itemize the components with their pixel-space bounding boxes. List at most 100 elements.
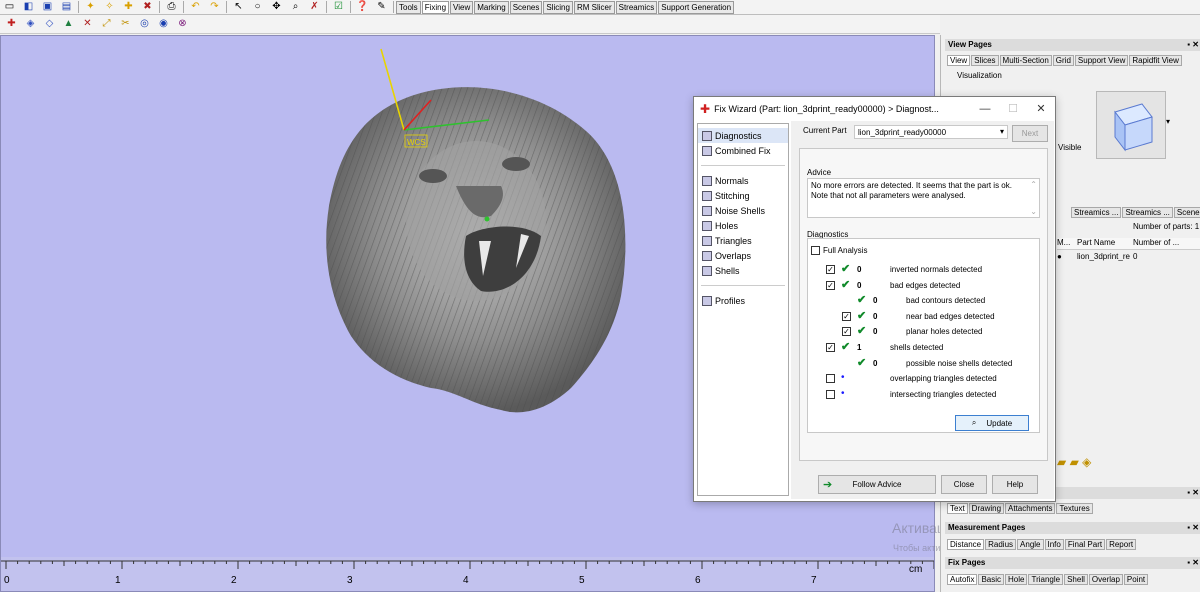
stitch-icon[interactable]: ◇ bbox=[43, 18, 56, 31]
minimize-icon[interactable]: — bbox=[971, 103, 999, 115]
tab-support-generation[interactable]: Support Generation bbox=[658, 0, 735, 14]
help-button[interactable]: Help bbox=[992, 475, 1038, 494]
new-file-icon[interactable]: ▭ bbox=[3, 1, 16, 14]
nav-holes[interactable]: Holes bbox=[698, 218, 788, 233]
tab-slices[interactable]: Slices bbox=[971, 55, 999, 66]
follow-advice-button[interactable]: ➔ Follow Advice bbox=[818, 475, 936, 494]
tab-view[interactable]: View bbox=[450, 0, 474, 14]
close-button[interactable]: Close bbox=[941, 475, 987, 494]
checkbox[interactable]: ✓ bbox=[826, 343, 835, 352]
tab-text[interactable]: Text bbox=[947, 503, 968, 514]
tab-drawing[interactable]: Drawing bbox=[968, 503, 1005, 514]
update-button[interactable]: ⌕ Update bbox=[955, 415, 1029, 431]
tab-basic[interactable]: Basic bbox=[978, 574, 1005, 585]
tab-point[interactable]: Point bbox=[1123, 574, 1149, 585]
shell-icon[interactable]: ✂ bbox=[119, 18, 132, 31]
check-icon[interactable]: ☑ bbox=[332, 1, 345, 14]
checkbox[interactable]: ✓ bbox=[842, 327, 851, 337]
nav-profiles[interactable]: Profiles bbox=[698, 293, 788, 308]
tab-scenes-panel[interactable]: Scenes bbox=[1173, 207, 1200, 218]
flip-icon[interactable]: ⤢ bbox=[100, 18, 113, 31]
fix-wizard-icon[interactable]: ✚ bbox=[5, 18, 18, 31]
info-icon[interactable]: ✎ bbox=[375, 1, 388, 14]
full-analysis-checkbox[interactable]: Full Analysis bbox=[811, 246, 867, 255]
selection-point[interactable] bbox=[484, 216, 490, 222]
tab-rm-slicer[interactable]: RM Slicer bbox=[573, 0, 615, 14]
tab-shell[interactable]: Shell bbox=[1064, 574, 1088, 585]
close-icon[interactable]: ✕ bbox=[1027, 102, 1055, 115]
circle-select-icon[interactable]: ○ bbox=[251, 1, 264, 14]
globe-icon[interactable]: ◉ bbox=[157, 18, 170, 31]
panel-pin-icon[interactable]: ▪ ✕ bbox=[1187, 557, 1199, 569]
checkbox[interactable]: ✓ bbox=[826, 265, 835, 274]
save-icon[interactable]: ▣ bbox=[41, 1, 54, 14]
col-header-part-name[interactable]: Part Name bbox=[1077, 238, 1133, 249]
checkbox[interactable]: ✓ bbox=[826, 280, 835, 290]
tab-grid[interactable]: Grid bbox=[1052, 55, 1074, 66]
tab-marking[interactable]: Marking bbox=[474, 0, 509, 14]
nav-combined-fix[interactable]: Combined Fix bbox=[698, 143, 788, 158]
tab-tools[interactable]: Tools bbox=[396, 0, 421, 14]
view-cube-dropdown-icon[interactable]: ▾ bbox=[1166, 117, 1170, 126]
tab-info[interactable]: Info bbox=[1044, 539, 1064, 550]
load-icon[interactable]: ✚ bbox=[122, 1, 135, 14]
tab-overlap[interactable]: Overlap bbox=[1088, 574, 1123, 585]
nav-normals[interactable]: Normals bbox=[698, 173, 788, 188]
checkbox[interactable]: ✓ bbox=[842, 311, 851, 321]
checkbox[interactable] bbox=[826, 389, 835, 399]
next-button[interactable]: Next bbox=[1012, 125, 1048, 142]
tab-textures[interactable]: Textures bbox=[1056, 503, 1093, 514]
panel-pin-icon[interactable]: ▪ ✕ bbox=[1187, 39, 1199, 51]
dialog-titlebar[interactable]: ✚ Fix Wizard (Part: lion_3dprint_ready00… bbox=[694, 97, 1055, 120]
tab-fixing[interactable]: Fixing bbox=[421, 0, 450, 14]
tab-slicing[interactable]: Slicing bbox=[543, 0, 573, 14]
print-icon[interactable]: ⎙ bbox=[165, 1, 178, 14]
table-row[interactable]: ● lion_3dprint_re 0 bbox=[1057, 252, 1200, 264]
col-header-number[interactable]: Number of ... bbox=[1133, 238, 1193, 249]
autofix-icon[interactable]: ◈ bbox=[24, 18, 37, 31]
triangle-icon[interactable]: ✕ bbox=[81, 18, 94, 31]
panel-pin-icon[interactable]: ▪ ✕ bbox=[1187, 522, 1199, 534]
nav-shells[interactable]: Shells bbox=[698, 263, 788, 278]
maximize-icon[interactable]: ☐ bbox=[999, 102, 1027, 115]
select-icon[interactable]: ↖ bbox=[232, 1, 245, 14]
tab-angle[interactable]: Angle bbox=[1017, 539, 1044, 550]
tab-streamics-1[interactable]: Streamics ... bbox=[1071, 207, 1122, 218]
nav-stitching[interactable]: Stitching bbox=[698, 188, 788, 203]
mark-icon[interactable]: ✗ bbox=[308, 1, 321, 14]
tab-streamics[interactable]: Streamics bbox=[615, 0, 658, 14]
import-icon[interactable]: ✦ bbox=[84, 1, 97, 14]
measure-icon[interactable]: ⌕ bbox=[289, 1, 302, 14]
tab-radius[interactable]: Radius bbox=[985, 539, 1017, 550]
tab-streamics-2[interactable]: Streamics ... bbox=[1122, 207, 1173, 218]
tab-distance[interactable]: Distance bbox=[947, 539, 985, 550]
tab-hole[interactable]: Hole bbox=[1005, 574, 1028, 585]
panel-pin-icon[interactable]: ▪ ✕ bbox=[1187, 487, 1199, 499]
tab-triangle[interactable]: Triangle bbox=[1028, 574, 1064, 585]
checkbox[interactable] bbox=[811, 246, 820, 255]
attachment-icons[interactable]: ▰ ▰ ◈ bbox=[1057, 455, 1091, 469]
sphere-icon[interactable]: ◎ bbox=[138, 18, 151, 31]
checkbox[interactable] bbox=[826, 374, 835, 384]
link-icon[interactable]: ⊗ bbox=[176, 18, 189, 31]
open-icon[interactable]: ◧ bbox=[22, 1, 35, 14]
nav-diagnostics[interactable]: Diagnostics bbox=[698, 128, 788, 143]
tab-support-view[interactable]: Support View bbox=[1074, 55, 1129, 66]
export-icon[interactable]: ✧ bbox=[103, 1, 116, 14]
scroll-up-icon[interactable]: ⌃ bbox=[1030, 180, 1037, 190]
save-as-icon[interactable]: ▤ bbox=[60, 1, 73, 14]
tab-report[interactable]: Report bbox=[1106, 539, 1137, 550]
redo-icon[interactable]: ↷ bbox=[208, 1, 221, 14]
current-part-select[interactable]: lion_3dprint_ready00000 ▾ bbox=[854, 125, 1008, 139]
tab-view-page[interactable]: View bbox=[947, 55, 971, 66]
hole-fill-icon[interactable]: ▲ bbox=[62, 18, 75, 31]
nav-overlaps[interactable]: Overlaps bbox=[698, 248, 788, 263]
tab-autofix[interactable]: Autofix bbox=[947, 574, 978, 585]
move-icon[interactable]: ✥ bbox=[270, 1, 283, 14]
scroll-down-icon[interactable]: ⌄ bbox=[1030, 207, 1037, 217]
help-icon[interactable]: ❓ bbox=[356, 1, 369, 14]
tab-attachments[interactable]: Attachments bbox=[1005, 503, 1056, 514]
undo-icon[interactable]: ↶ bbox=[189, 1, 202, 14]
tab-final-part[interactable]: Final Part bbox=[1064, 539, 1106, 550]
nav-noise-shells[interactable]: Noise Shells bbox=[698, 203, 788, 218]
